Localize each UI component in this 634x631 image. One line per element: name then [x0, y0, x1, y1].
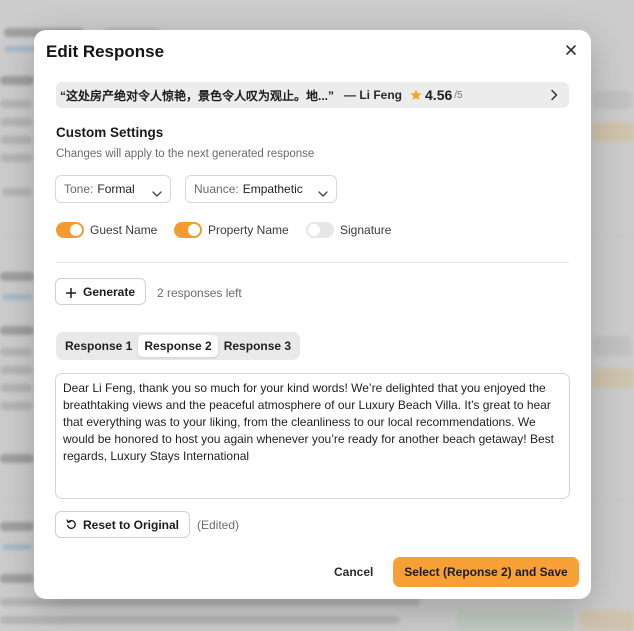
- tab-response-1[interactable]: Response 1: [59, 335, 138, 357]
- chevron-down-icon: [152, 186, 162, 197]
- nuance-select[interactable]: Nuance: Empathetic: [185, 175, 337, 203]
- tab-response-2[interactable]: Response 2: [138, 335, 218, 357]
- response-tabs: Response 1 Response 2 Response 3: [56, 332, 301, 360]
- tone-value: Formal: [97, 182, 135, 196]
- star-icon: [410, 89, 422, 101]
- toggle-label: Guest Name: [90, 223, 158, 237]
- generate-button[interactable]: Generate: [55, 278, 147, 305]
- reset-to-original-button[interactable]: Reset to Original: [55, 511, 191, 538]
- toggle-guest-name[interactable]: Guest Name: [56, 222, 157, 238]
- responses-left-count: 2 responses left: [157, 286, 242, 300]
- toggle-label: Property Name: [208, 223, 289, 237]
- toggle-property-name[interactable]: Property Name: [174, 222, 289, 238]
- custom-settings-title: Custom Settings: [56, 125, 164, 140]
- edited-status: (Edited): [197, 518, 240, 532]
- modal-title: Edit Response: [46, 42, 165, 61]
- generate-label: Generate: [83, 284, 136, 299]
- edit-response-modal: Edit Response “这处房产绝对令人惊艳，景色令人叹为观止。地...”…: [34, 30, 591, 599]
- section-divider: [56, 262, 569, 263]
- toggle-switch[interactable]: [306, 222, 334, 238]
- toggle-switch[interactable]: [174, 222, 202, 238]
- cancel-button[interactable]: Cancel: [334, 565, 373, 579]
- tab-response-3[interactable]: Response 3: [218, 335, 297, 357]
- select-and-save-button[interactable]: Select (Reponse 2) and Save: [393, 557, 579, 587]
- custom-settings-subtitle: Changes will apply to the next generated…: [56, 148, 315, 160]
- review-score: 4.56: [425, 87, 453, 103]
- review-quote: “这处房产绝对令人惊艳，景色令人叹为观止。地...”: [60, 88, 335, 103]
- review-summary[interactable]: “这处房产绝对令人惊艳，景色令人叹为观止。地...” — Li Feng 4.5…: [56, 82, 569, 108]
- tone-select[interactable]: Tone: Formal: [55, 175, 171, 203]
- toggle-label: Signature: [340, 223, 392, 237]
- reset-icon: [66, 519, 77, 530]
- review-author: — Li Feng: [344, 88, 403, 102]
- reset-label: Reset to Original: [83, 517, 180, 532]
- chevron-right-icon[interactable]: [549, 89, 559, 101]
- tone-label: Tone:: [64, 182, 94, 196]
- close-icon[interactable]: [563, 42, 579, 58]
- response-textarea[interactable]: Dear Li Feng, thank you so much for your…: [55, 373, 570, 499]
- plus-icon: [65, 287, 77, 298]
- review-score-max: /5: [454, 89, 463, 101]
- chevron-down-icon: [318, 186, 328, 197]
- toggle-signature[interactable]: Signature: [306, 222, 391, 238]
- nuance-value: Empathetic: [242, 182, 303, 196]
- nuance-label: Nuance:: [194, 182, 239, 196]
- toggle-switch[interactable]: [56, 222, 84, 238]
